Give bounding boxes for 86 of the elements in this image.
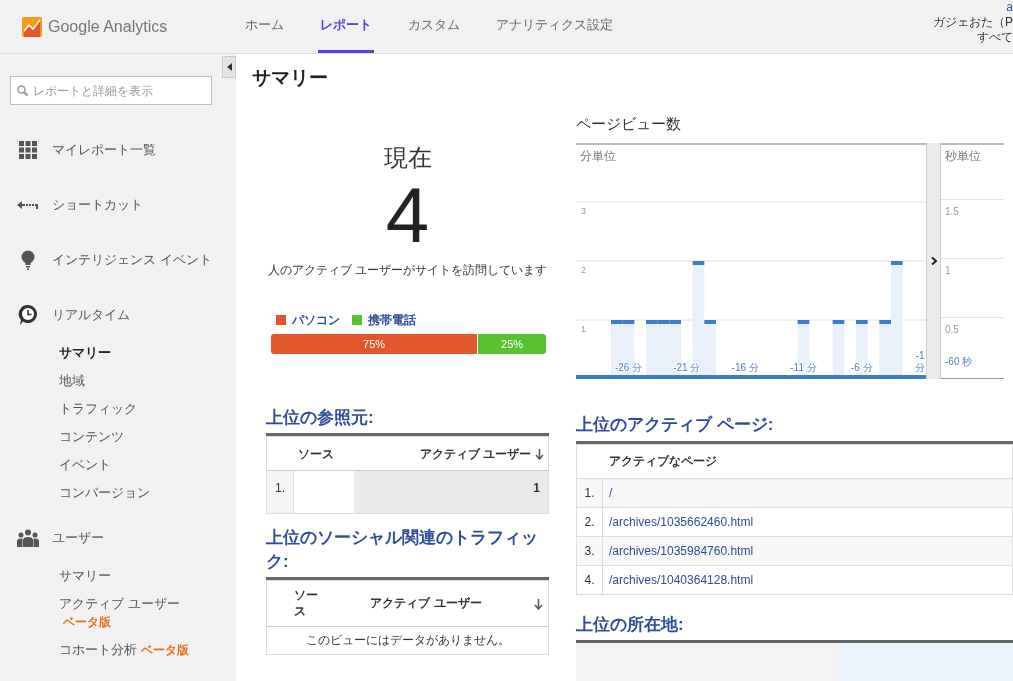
sidebar-subitem[interactable]: アクティブ ユーザー ベータ版: [0, 590, 236, 636]
axis-tick-label: -1 分: [915, 350, 926, 374]
page-link[interactable]: /archives/1035984760.html: [609, 543, 754, 558]
search-field[interactable]: レポートと詳細を表示: [10, 76, 212, 105]
axis-tick-label: 1: [941, 258, 1004, 318]
sidebar-item[interactable]: マイレポート一覧: [0, 125, 236, 174]
item-label: イベント: [59, 457, 111, 472]
axis-tick-label: 3: [581, 206, 586, 217]
users-icon: [17, 528, 39, 547]
chart-label: 秒単位: [945, 148, 982, 166]
share-segment: 75%: [271, 333, 478, 354]
sidebar-subitem[interactable]: イベント: [0, 451, 236, 479]
logo-icon: [22, 16, 42, 37]
page-link[interactable]: /archives/1035662460.html: [609, 514, 754, 529]
legend-label: パソコン: [292, 311, 340, 329]
grid-icon: [19, 140, 37, 159]
rank-cell: 1.: [266, 470, 294, 514]
axis-tick-label: 2: [581, 265, 586, 276]
item-label: トラフィック: [59, 401, 137, 416]
section-heading: 上位のソーシャル関連のトラフィック:: [266, 526, 549, 580]
nav-tab[interactable]: カスタム: [406, 0, 462, 53]
axis-tick-label: -21 分: [673, 362, 701, 374]
rank-cell: 4.: [576, 565, 603, 595]
sidebar-subitem[interactable]: サマリー: [0, 562, 236, 590]
account-link[interactable]: a: [1006, 0, 1013, 15]
sidebar-item[interactable]: インテリジェンス イベント: [0, 235, 236, 284]
item-label: サマリー: [59, 345, 111, 360]
item-label: コンバージョン: [59, 485, 150, 500]
axis-tick-label: 1.5: [941, 199, 1004, 259]
page-link[interactable]: /: [609, 485, 613, 500]
logo-text: Google Analytics: [48, 16, 168, 37]
sort-arrow-icon[interactable]: [533, 598, 543, 610]
axis-tick-label: -26 分: [614, 362, 643, 374]
active-users-caption: 人のアクティブ ユーザーがサイトを訪問しています: [267, 261, 548, 279]
sidebar-item[interactable]: ショートカット: [0, 180, 236, 229]
axis-tick-label: 1: [581, 324, 586, 335]
share-segment: 25%: [477, 333, 546, 354]
axis-tick-label: -6 分: [851, 362, 873, 374]
column-header: ソース: [293, 436, 354, 471]
beta-tag: ベータ版: [63, 615, 111, 629]
page-title: サマリー: [252, 66, 329, 90]
page-link[interactable]: /archives/1040364128.html: [609, 572, 754, 587]
sidebar-subitem[interactable]: トラフィック: [0, 395, 236, 423]
beta-tag: ベータ版: [141, 643, 189, 657]
sidebar-subitem[interactable]: コンテンツ: [0, 423, 236, 451]
axis-tick-label: -60 秒: [945, 355, 974, 370]
sidebar-subitem[interactable]: コンバージョン: [0, 479, 236, 507]
section-heading: 上位の参照元:: [266, 405, 549, 437]
arrow-icon: [17, 199, 39, 210]
now-heading: 現在: [383, 142, 432, 173]
legend-label: 携帯電話: [368, 311, 416, 329]
sidebar-subitem[interactable]: コホート分析 ベータ版: [0, 636, 236, 664]
users-cell: 1: [353, 470, 549, 514]
expand-handle[interactable]: [926, 143, 941, 380]
column-header[interactable]: アクティブ ユーザー: [419, 446, 531, 461]
sidebar-item[interactable]: ユーザー: [0, 513, 236, 562]
empty-message: このビューにはデータがありません。: [266, 626, 549, 655]
sidebar-item[interactable]: リアルタイム: [0, 290, 236, 339]
active-user-count: 4: [385, 172, 430, 257]
sidebar-subitem[interactable]: サマリー: [0, 339, 236, 367]
chart-title: ページビュー数: [576, 113, 682, 134]
axis-tick-label: -11 分: [790, 362, 817, 374]
item-label: サマリー: [59, 568, 111, 583]
nav-tab[interactable]: アナリティクス設定: [494, 0, 615, 53]
section-heading: 上位のアクティブ ページ:: [576, 413, 1013, 444]
column-header: アクティブ ユーザー: [323, 580, 529, 627]
chart-label: 分単位: [580, 148, 616, 166]
item-label: コンテンツ: [59, 429, 124, 444]
chevron-icon: [930, 257, 937, 266]
column-header: ソース: [293, 580, 324, 627]
lightbulb-icon: [21, 249, 35, 270]
search-icon: [17, 85, 28, 96]
clock-icon: [18, 303, 38, 326]
nav-tab[interactable]: レポート: [318, 0, 374, 53]
item-label: 地域: [59, 373, 85, 388]
collapse-button[interactable]: [222, 56, 236, 78]
sort-arrow-icon[interactable]: [535, 448, 544, 460]
column-header: アクティブなページ: [602, 444, 1013, 479]
nav-tab[interactable]: ホーム: [243, 0, 286, 53]
sidebar-subitem[interactable]: 地域: [0, 367, 236, 395]
item-label: アクティブ ユーザー: [59, 596, 180, 611]
item-label: コホート分析: [59, 642, 137, 657]
account-text: ガジェおた（P: [933, 15, 1013, 30]
caret-icon: [226, 63, 232, 71]
account-text: すべて: [977, 30, 1013, 45]
axis-tick-label: -16 分: [731, 362, 759, 374]
